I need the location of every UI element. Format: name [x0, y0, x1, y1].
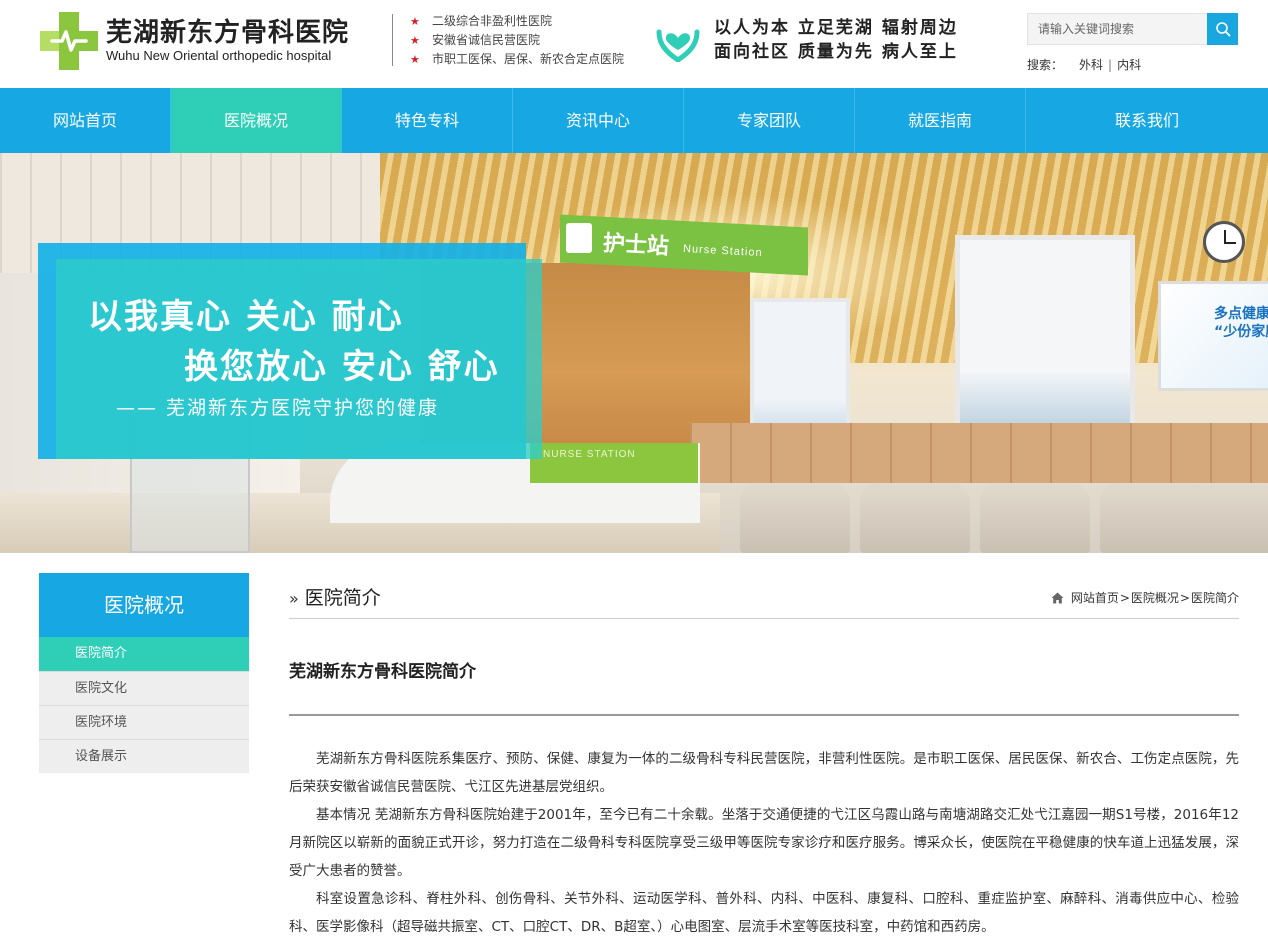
star-icon: ★ [410, 34, 420, 47]
hospital-badges: ★ 二级综合非盈利性医院 ★ 安徽省诚信民营医院 ★ 市职工医保、居保、新农合定点医院 [410, 12, 624, 69]
nav-item-contact[interactable]: 联系我们 [1026, 88, 1268, 153]
site-header: 芜湖新东方骨科医院 Wuhu New Oriental orthopedic h… [0, 0, 1268, 88]
hospital-cross-logo-icon[interactable] [40, 12, 98, 70]
article-paragraph: 基本情况 芜湖新东方骨科医院始建于2001年，至今已有二十余载。坐落于交通便捷的… [289, 807, 1239, 879]
sidebar: 医院概况 医院简介 医院文化 医院环境 设备展示 [39, 573, 249, 773]
nav-item-guide[interactable]: 就医指南 [855, 88, 1026, 153]
sidebar-item-environment[interactable]: 医院环境 [39, 705, 249, 739]
badge-item: ★ 二级综合非盈利性医院 [410, 12, 624, 31]
star-icon: ★ [410, 53, 420, 66]
waiting-chair [980, 483, 1090, 553]
nurse-icon [566, 223, 592, 253]
search-box [1027, 13, 1238, 45]
star-icon: ★ [410, 15, 420, 28]
search-button[interactable] [1207, 13, 1238, 45]
hot-search: 搜索： 外科 | 内科 [1027, 56, 1141, 73]
header-divider [392, 14, 393, 66]
main-nav: 网站首页 医院概况 特色专科 资讯中心 专家团队 就医指南 联系我们 [0, 88, 1268, 153]
nav-item-home[interactable]: 网站首页 [0, 88, 171, 153]
banner-headline-1: 以我真心 关心 耐心 [88, 297, 404, 337]
nurse-station-counter-text: NURSE STATION [543, 449, 636, 460]
waiting-chair [1200, 483, 1268, 553]
banner-headline-2: 换您放心 安心 舒心 [184, 347, 500, 387]
breadcrumb-link-overview[interactable]: 医院概况 [1131, 589, 1179, 606]
wall-clock-icon [1203, 221, 1245, 263]
double-chevron-right-icon: » [289, 589, 299, 608]
hospital-slogan: 以人为本 立足芜湖 辐射周边 面向社区 质量为先 病人至上 [714, 18, 958, 62]
sidebar-title: 医院概况 [39, 573, 249, 637]
sidebar-item-equipment[interactable]: 设备展示 [39, 739, 249, 773]
banner-wall-tiles [690, 423, 1268, 483]
badge-item: ★ 市职工医保、居保、新农合定点医院 [410, 50, 624, 69]
hospital-name-cn[interactable]: 芜湖新东方骨科医院 [106, 12, 349, 49]
badge-item: ★ 安徽省诚信民营医院 [410, 31, 624, 50]
hot-search-link[interactable]: 内科 [1117, 58, 1141, 72]
search-icon [1215, 22, 1230, 37]
breadcrumb-separator: > [1119, 590, 1130, 605]
hero-banner: 多点健康关 “少份家庭 护士站 Nurse Station NURSE STAT… [0, 153, 1268, 553]
article-divider [289, 714, 1239, 716]
article-body: 芜湖新东方骨科医院系集医疗、预防、保健、康复为一体的二级骨科专科民营医院，非营利… [289, 745, 1239, 936]
nurse-station-sign-cn: 护士站 [602, 231, 670, 260]
hot-search-link[interactable]: 外科 [1079, 58, 1103, 72]
article-paragraph: 科室设置急诊科、脊柱外科、创伤骨科、关节外科、运动医学科、普外科、内科、中医科、… [289, 891, 1239, 935]
breadcrumb: 网站首页 > 医院概况 > 医院简介 [1051, 589, 1239, 606]
nav-item-specialties[interactable]: 特色专科 [342, 88, 513, 153]
article-paragraph: 芜湖新东方骨科医院系集医疗、预防、保健、康复为一体的二级骨科专科民营医院，非营利… [289, 751, 1239, 795]
home-icon [1051, 592, 1064, 604]
main-content: » 医院简介 网站首页 > 医院概况 > 医院简介 芜湖新东方骨科医院简介 芜湖新东方骨科… [289, 573, 1239, 935]
heart-hands-icon [656, 29, 700, 62]
hot-search-separator: | [1108, 58, 1113, 72]
breadcrumb-link-home[interactable]: 网站首页 [1071, 589, 1119, 606]
nav-item-news[interactable]: 资讯中心 [513, 88, 684, 153]
breadcrumb-separator: > [1179, 590, 1190, 605]
waiting-chair [1100, 483, 1210, 553]
nav-item-experts[interactable]: 专家团队 [684, 88, 855, 153]
section-header: » 医院简介 网站首页 > 医院概况 > 医院简介 [289, 573, 1239, 619]
article-title: 芜湖新东方骨科医院简介 [289, 662, 476, 682]
sidebar-item-culture[interactable]: 医院文化 [39, 671, 249, 705]
waiting-chair [740, 483, 850, 553]
search-input[interactable] [1028, 14, 1208, 44]
banner-tagline: —— 芜湖新东方医院守护您的健康 [116, 397, 440, 419]
section-title: » 医院简介 [289, 587, 381, 609]
breadcrumb-link-intro[interactable]: 医院简介 [1191, 589, 1239, 606]
hospital-name-en: Wuhu New Oriental orthopedic hospital [106, 48, 332, 63]
banner-poster-text: 多点健康关 “少份家庭 [1214, 306, 1268, 340]
waiting-chair [860, 483, 970, 553]
nav-item-overview[interactable]: 医院概况 [171, 88, 342, 153]
sidebar-item-intro[interactable]: 医院简介 [39, 637, 249, 671]
hot-search-label: 搜索： [1027, 58, 1064, 72]
